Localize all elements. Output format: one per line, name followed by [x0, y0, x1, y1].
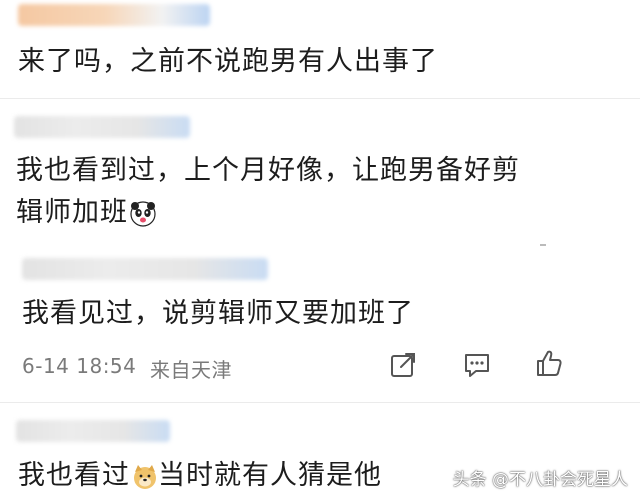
comment-icon[interactable]	[462, 350, 492, 380]
panda-emoji-icon	[130, 200, 156, 227]
comment-text-line-2: 辑师加班	[16, 193, 156, 233]
comment-text-line-1: 我也看到过，上个月好像，让跑男备好剪	[16, 155, 520, 186]
comment-text: 我也看过 当时就有人猜是他	[18, 456, 382, 496]
reply-location: 来自天津	[150, 358, 232, 382]
comment-text-segment: 我也看过	[18, 460, 130, 491]
reply-text: 我看见过，说剪辑师又要加班了	[22, 298, 414, 329]
comment-text-segment: 辑师加班	[16, 197, 128, 228]
comment-text-segment: 当时就有人猜是他	[158, 460, 382, 491]
watermark: 头条 @不八卦会死星人	[452, 470, 628, 490]
reply-time: 6-14 18:54	[22, 354, 137, 378]
more-dot	[540, 244, 546, 246]
comment-text: 来了吗，之前不说跑男有人出事了	[18, 46, 438, 77]
blurred-username	[16, 420, 170, 442]
doge-emoji-icon	[134, 464, 156, 489]
divider	[0, 98, 640, 99]
divider	[0, 402, 640, 403]
blurred-username	[22, 258, 268, 280]
share-icon[interactable]	[388, 350, 418, 380]
like-icon[interactable]	[534, 348, 564, 378]
blurred-username	[14, 116, 190, 138]
blurred-username	[18, 4, 210, 26]
